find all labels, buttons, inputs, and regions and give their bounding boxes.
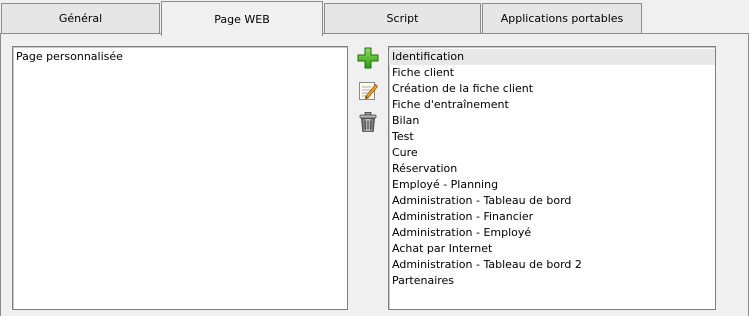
- tab-general-label: Général: [58, 12, 103, 25]
- web-page-item-bilan[interactable]: Bilan: [389, 113, 715, 129]
- tab-applications-portables[interactable]: Applications portables: [482, 3, 642, 33]
- tab-general[interactable]: Général: [1, 3, 160, 33]
- tab-script-label: Script: [386, 12, 419, 25]
- web-page-item-employe-planning[interactable]: Employé - Planning: [389, 177, 715, 193]
- web-page-item-fiche-client[interactable]: Fiche client: [389, 65, 715, 81]
- tab-page-web-label: Page WEB: [214, 12, 270, 26]
- tab-applications-portables-label: Applications portables: [500, 12, 624, 25]
- web-page-item-administration-tableau-de-bord-2[interactable]: Administration - Tableau de bord 2: [389, 257, 715, 273]
- edit-button[interactable]: [356, 78, 380, 102]
- web-pages-items: Identification Fiche client Création de la…: [389, 47, 715, 289]
- web-page-item-administration-employe[interactable]: Administration - Employé: [389, 225, 715, 241]
- tab-bar: Général Page WEB Script Applications por…: [0, 0, 749, 36]
- custom-page-item[interactable]: Page personnalisée: [13, 49, 347, 65]
- web-page-item-identification[interactable]: Identification: [389, 49, 715, 65]
- trash-icon: [359, 112, 377, 132]
- custom-pages-items: Page personnalisée: [13, 47, 347, 65]
- add-button[interactable]: [356, 46, 380, 70]
- web-page-item-fiche-d-entrainement[interactable]: Fiche d'entraînement: [389, 97, 715, 113]
- web-pages-list[interactable]: Identification Fiche client Création de la…: [388, 46, 716, 310]
- custom-pages-list[interactable]: Page personnalisée: [12, 46, 348, 310]
- web-page-item-administration-tableau-de-bord[interactable]: Administration - Tableau de bord: [389, 193, 715, 209]
- web-page-item-partenaires[interactable]: Partenaires: [389, 273, 715, 289]
- web-page-item-administration-financier[interactable]: Administration - Financier: [389, 209, 715, 225]
- plus-icon: [357, 47, 379, 69]
- tab-page-web[interactable]: Page WEB: [161, 1, 323, 36]
- web-page-item-cure[interactable]: Cure: [389, 145, 715, 161]
- edit-note-icon: [359, 82, 379, 100]
- delete-button[interactable]: [356, 110, 380, 134]
- web-page-item-test[interactable]: Test: [389, 129, 715, 145]
- tab-script[interactable]: Script: [324, 3, 481, 33]
- web-page-item-achat-par-internet[interactable]: Achat par Internet: [389, 241, 715, 257]
- web-page-item-reservation[interactable]: Réservation: [389, 161, 715, 177]
- web-page-item-creation-de-la-fiche-client[interactable]: Création de la fiche client: [389, 81, 715, 97]
